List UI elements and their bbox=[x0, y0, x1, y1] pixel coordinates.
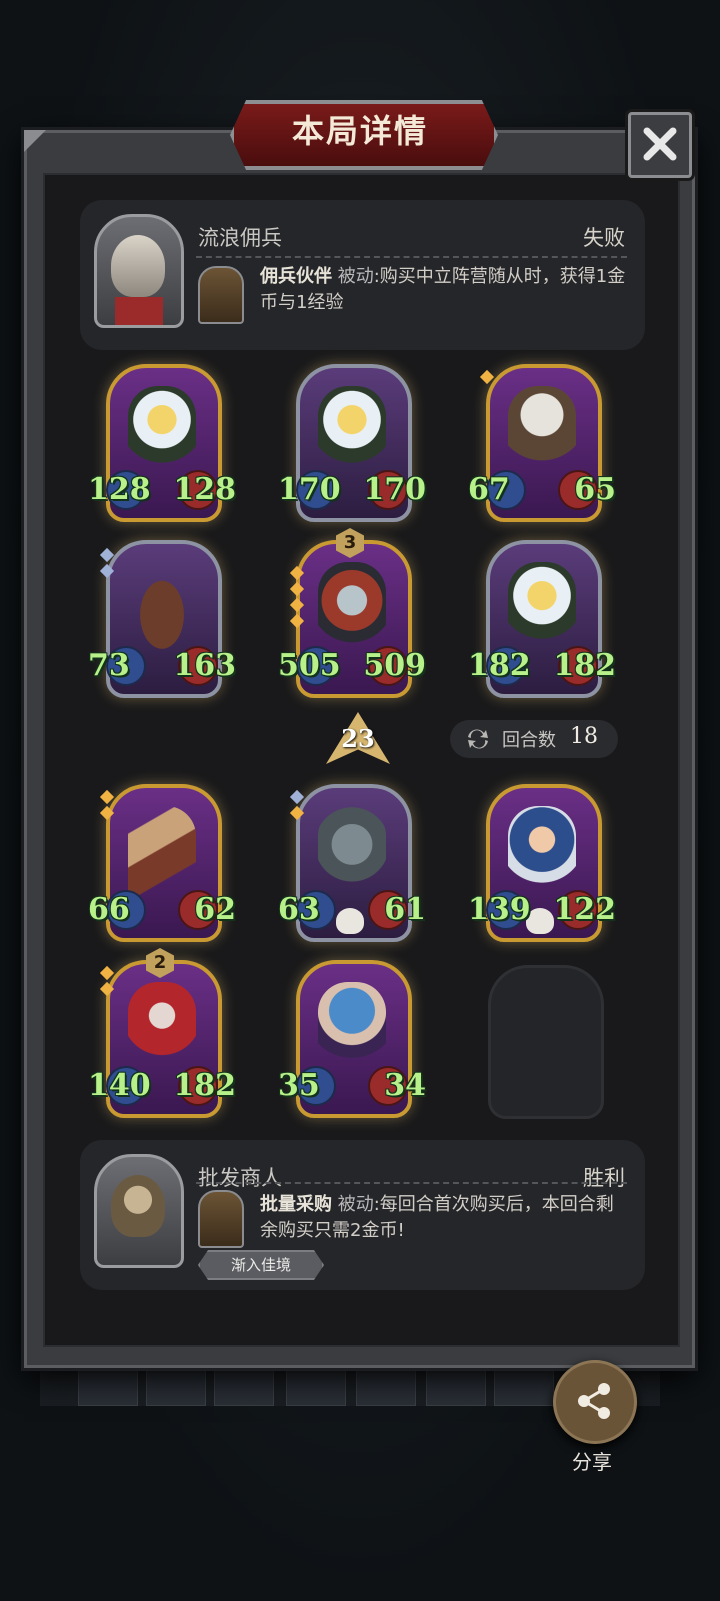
match-result: 胜利 bbox=[583, 1166, 625, 1190]
unit-card[interactable]: 170 170 bbox=[278, 364, 426, 522]
fairy-art bbox=[508, 562, 576, 658]
unit-card[interactable]: 3 505 509 bbox=[278, 528, 426, 698]
share-icon bbox=[578, 1383, 610, 1419]
share-label: 分享 bbox=[572, 1450, 612, 1474]
round-label: 回合数 bbox=[502, 730, 556, 751]
unit-card[interactable]: 2 140 182 bbox=[88, 948, 236, 1118]
bench-slot bbox=[146, 1368, 206, 1406]
rat-art bbox=[508, 386, 576, 482]
airship-art bbox=[128, 806, 196, 902]
robot-art bbox=[318, 806, 386, 902]
refresh-icon bbox=[468, 729, 488, 749]
close-button[interactable] bbox=[628, 112, 692, 178]
unit-health: 128 bbox=[173, 472, 236, 507]
share-button[interactable] bbox=[553, 1360, 637, 1444]
unit-attack: 170 bbox=[278, 472, 341, 507]
unit-attack: 128 bbox=[88, 472, 151, 507]
divider bbox=[196, 256, 627, 258]
hero-avatar bbox=[94, 214, 184, 328]
unit-card[interactable]: 182 182 bbox=[468, 540, 616, 698]
divider bbox=[196, 1182, 627, 1184]
unit-attack: 505 bbox=[278, 648, 341, 683]
hero-portrait bbox=[111, 1175, 165, 1237]
opponent-card-top[interactable]: 流浪佣兵 失败 佣兵伙伴 被动:购买中立阵营随从时，获得1金币与1经验 bbox=[80, 200, 645, 350]
bench-slot bbox=[356, 1368, 416, 1406]
unit-attack: 182 bbox=[468, 648, 531, 683]
bench-slot bbox=[426, 1368, 486, 1406]
clown-art bbox=[128, 982, 196, 1078]
round-value: 18 bbox=[570, 724, 598, 749]
unit-card[interactable]: 35 34 bbox=[278, 960, 426, 1118]
unit-health: 170 bbox=[363, 472, 426, 507]
hero-name: 流浪佣兵 bbox=[198, 226, 282, 250]
unit-attack: 73 bbox=[88, 648, 130, 683]
unit-attack: 140 bbox=[88, 1068, 151, 1103]
hero-portrait bbox=[111, 235, 165, 297]
warrior-art bbox=[318, 562, 386, 658]
sorceress-art bbox=[508, 806, 576, 902]
boar-art bbox=[128, 562, 196, 658]
page-title: 本局详情 bbox=[291, 112, 428, 150]
elf-art bbox=[318, 982, 386, 1078]
unit-attack: 66 bbox=[88, 892, 130, 927]
tier-number: 23 bbox=[341, 724, 375, 753]
ability-description: 佣兵伙伴 被动:购买中立阵营随从时，获得1金币与1经验 bbox=[260, 264, 630, 316]
bench-slot bbox=[286, 1368, 346, 1406]
ability-icon bbox=[198, 266, 244, 324]
hero-avatar bbox=[94, 1154, 184, 1268]
unit-health: 509 bbox=[363, 648, 426, 683]
unit-attack: 139 bbox=[468, 892, 531, 927]
unit-attack: 35 bbox=[278, 1068, 320, 1103]
unit-health: 34 bbox=[384, 1068, 426, 1103]
skull-icon bbox=[336, 908, 364, 934]
ability-name: 批量采购 bbox=[260, 1194, 332, 1215]
unit-health: 122 bbox=[553, 892, 616, 927]
ability-name: 佣兵伙伴 bbox=[260, 266, 332, 287]
unit-card[interactable]: 67 65 bbox=[468, 364, 616, 522]
hero-tag: 渐入佳境 bbox=[198, 1250, 324, 1280]
unit-card[interactable]: 139 122 bbox=[468, 784, 616, 942]
unit-health: 163 bbox=[173, 648, 236, 683]
ability-type: 被动 bbox=[337, 266, 374, 287]
unit-attack: 63 bbox=[278, 892, 320, 927]
unit-health: 61 bbox=[384, 892, 426, 927]
unit-health: 182 bbox=[553, 648, 616, 683]
ability-icon bbox=[198, 1190, 244, 1248]
match-result: 失败 bbox=[583, 226, 625, 250]
ability-description: 批量采购 被动:每回合首次购买后，本回合剩余购买只需2金币! bbox=[260, 1192, 630, 1244]
hero-name: 批发商人 bbox=[198, 1166, 282, 1190]
round-counter: 回合数 18 bbox=[450, 720, 618, 758]
fairy-art bbox=[318, 386, 386, 482]
unit-card[interactable]: 128 128 bbox=[88, 364, 236, 522]
hero-scarf bbox=[115, 297, 163, 325]
opponent-card-bottom[interactable]: 批发商人 胜利 批量采购 被动:每回合首次购买后，本回合剩余购买只需2金币! 渐… bbox=[80, 1140, 645, 1290]
unit-card[interactable]: 66 62 bbox=[88, 784, 236, 942]
unit-health: 65 bbox=[574, 472, 616, 507]
bench-slot bbox=[494, 1368, 554, 1406]
bench-slot bbox=[214, 1368, 274, 1406]
unit-health: 182 bbox=[173, 1068, 236, 1103]
close-icon bbox=[643, 127, 677, 161]
unit-card[interactable]: 73 163 bbox=[88, 540, 236, 698]
unit-health: 62 bbox=[194, 892, 236, 927]
bench-slot bbox=[78, 1368, 138, 1406]
unit-card[interactable]: 63 61 bbox=[278, 784, 426, 942]
unit-attack: 67 bbox=[468, 472, 510, 507]
fairy-art bbox=[128, 386, 196, 482]
empty-unit-slot bbox=[488, 965, 604, 1119]
ability-type: 被动 bbox=[337, 1194, 374, 1215]
